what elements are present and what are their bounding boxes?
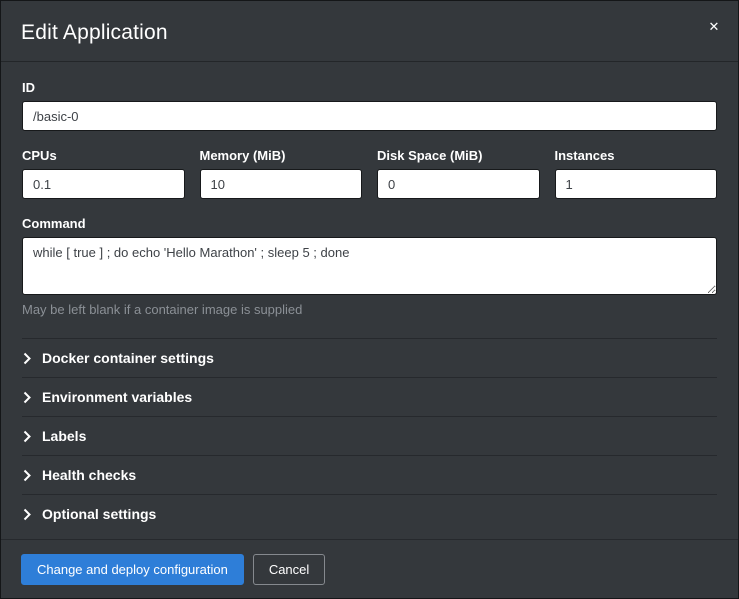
cpus-field-group: CPUs xyxy=(22,148,185,199)
section-label: Environment variables xyxy=(42,389,192,405)
chevron-right-icon xyxy=(23,352,31,365)
cpus-label: CPUs xyxy=(22,148,185,163)
command-field-group: Command while [ true ] ; do echo 'Hello … xyxy=(22,216,717,317)
change-and-deploy-button[interactable]: Change and deploy configuration xyxy=(21,554,244,585)
edit-application-modal: Edit Application ✕ ID CPUs Memory (MiB) … xyxy=(0,0,739,599)
disk-field-group: Disk Space (MiB) xyxy=(377,148,540,199)
cpus-input[interactable] xyxy=(22,169,185,199)
modal-footer: Change and deploy configuration Cancel xyxy=(1,539,738,598)
command-label: Command xyxy=(22,216,717,231)
chevron-right-icon xyxy=(23,508,31,521)
chevron-right-icon xyxy=(23,391,31,404)
chevron-right-icon xyxy=(23,469,31,482)
chevron-right-icon xyxy=(23,430,31,443)
modal-title: Edit Application xyxy=(21,21,718,45)
section-label: Optional settings xyxy=(42,506,156,522)
disk-input[interactable] xyxy=(377,169,540,199)
close-icon[interactable]: ✕ xyxy=(705,18,723,36)
instances-input[interactable] xyxy=(555,169,718,199)
disk-label: Disk Space (MiB) xyxy=(377,148,540,163)
modal-header: Edit Application ✕ xyxy=(1,1,738,62)
resources-row: CPUs Memory (MiB) Disk Space (MiB) Insta… xyxy=(22,148,717,199)
instances-field-group: Instances xyxy=(555,148,718,199)
section-label: Labels xyxy=(42,428,86,444)
section-environment-variables[interactable]: Environment variables xyxy=(22,377,717,416)
cancel-button[interactable]: Cancel xyxy=(253,554,325,585)
memory-label: Memory (MiB) xyxy=(200,148,363,163)
accordion-sections: Docker container settings Environment va… xyxy=(22,338,717,533)
id-label: ID xyxy=(22,80,717,95)
command-help-text: May be left blank if a container image i… xyxy=(22,302,717,317)
section-labels[interactable]: Labels xyxy=(22,416,717,455)
memory-field-group: Memory (MiB) xyxy=(200,148,363,199)
section-label: Health checks xyxy=(42,467,136,483)
instances-label: Instances xyxy=(555,148,718,163)
memory-input[interactable] xyxy=(200,169,363,199)
id-input[interactable] xyxy=(22,101,717,131)
section-label: Docker container settings xyxy=(42,350,214,366)
section-health-checks[interactable]: Health checks xyxy=(22,455,717,494)
section-optional-settings[interactable]: Optional settings xyxy=(22,494,717,533)
section-docker-container-settings[interactable]: Docker container settings xyxy=(22,338,717,377)
id-field-group: ID xyxy=(22,80,717,131)
command-textarea[interactable]: while [ true ] ; do echo 'Hello Marathon… xyxy=(22,237,717,295)
modal-body: ID CPUs Memory (MiB) Disk Space (MiB) In… xyxy=(1,62,738,539)
